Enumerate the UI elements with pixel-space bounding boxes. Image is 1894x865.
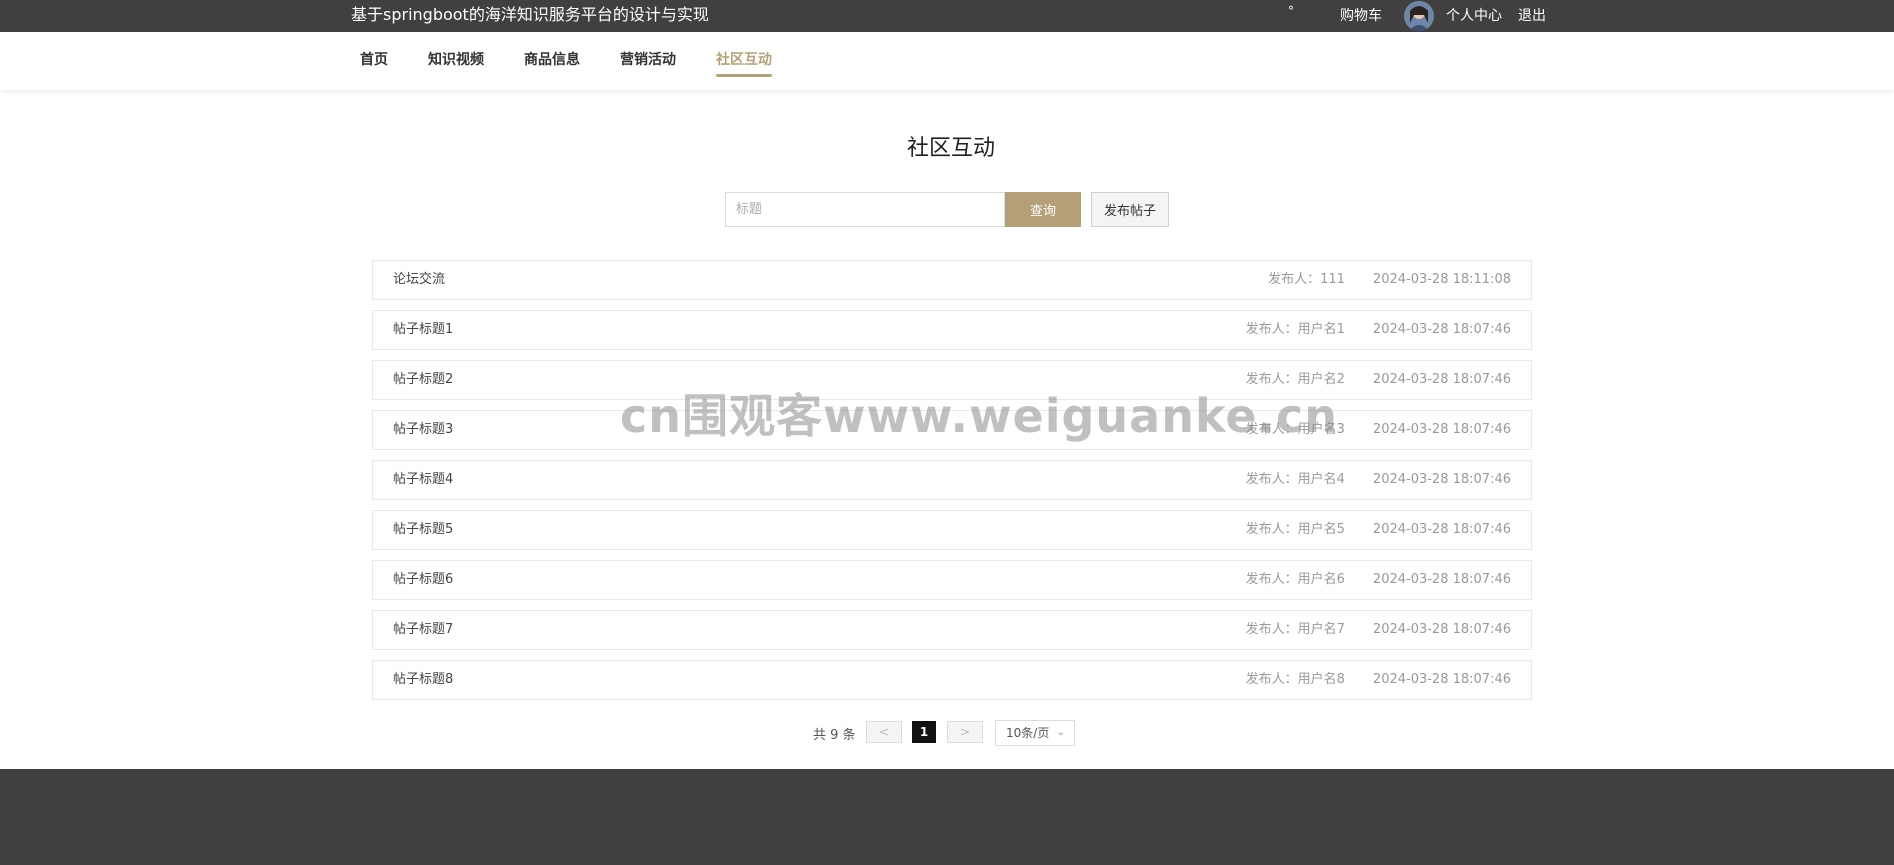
post-author: 发布人：用户名5 [1245,522,1345,537]
post-author: 发布人：用户名1 [1245,322,1345,337]
post-author: 发布人：用户名8 [1245,672,1345,687]
user-center-link[interactable]: 个人中心 [1446,7,1502,25]
list-item[interactable]: 帖子标题7 发布人：用户名7 2024-03-28 18:07:46 [372,610,1532,650]
query-button[interactable]: 查询 [1005,192,1081,227]
list-item[interactable]: 帖子标题1 发布人：用户名1 2024-03-28 18:07:46 [372,310,1532,350]
post-meta: 发布人：用户名2 2024-03-28 18:07:46 [1246,372,1511,388]
post-time: 2024-03-28 18:07:46 [1372,422,1511,437]
nav-item-community-label: 社区互动 [716,52,772,68]
post-time: 2024-03-28 18:07:46 [1372,522,1511,537]
top-bar: 基于springboot的海洋知识服务平台的设计与实现 ° 购物车 个人中心 退… [0,0,1894,32]
next-page-button[interactable]: > [947,721,983,743]
cart-link[interactable]: 购物车 [1340,7,1382,25]
post-meta: 发布人：111 2024-03-28 18:11:08 [1268,272,1511,288]
main-nav: 首页 知识视频 商品信息 营销活动 社区互动 [0,32,1894,90]
degree-mark: ° [1288,4,1294,18]
watermark: cn围观客www.weiguanke.cn [620,389,1339,443]
list-item[interactable]: 帖子标题6 发布人：用户名6 2024-03-28 18:07:46 [372,560,1532,600]
post-meta: 发布人：用户名1 2024-03-28 18:07:46 [1246,322,1511,338]
page-size-select[interactable]: 10条/页 ⌄ [995,720,1075,746]
nav-item-marketing[interactable]: 营销活动 [620,51,676,69]
post-title: 帖子标题6 [393,572,454,587]
post-meta: 发布人：用户名7 2024-03-28 18:07:46 [1246,622,1511,638]
nav-item-knowledge-video[interactable]: 知识视频 [428,51,484,69]
post-time: 2024-03-28 18:11:08 [1372,272,1511,287]
post-title: 帖子标题7 [393,622,454,637]
logout-link[interactable]: 退出 [1518,7,1546,25]
list-item[interactable]: 帖子标题4 发布人：用户名4 2024-03-28 18:07:46 [372,460,1532,500]
nav-item-home[interactable]: 首页 [360,51,388,69]
post-meta: 发布人：用户名4 2024-03-28 18:07:46 [1246,472,1511,488]
active-tab-underline [716,74,772,77]
post-time: 2024-03-28 18:07:46 [1372,622,1511,637]
post-meta: 发布人：用户名6 2024-03-28 18:07:46 [1246,572,1511,588]
list-item[interactable]: 帖子标题5 发布人：用户名5 2024-03-28 18:07:46 [372,510,1532,550]
post-title: 帖子标题5 [393,522,454,537]
footer [0,769,1894,865]
post-time: 2024-03-28 18:07:46 [1372,372,1511,387]
avatar[interactable] [1404,1,1434,31]
pagination: 共 9 条 < 1 > 10条/页 ⌄ [0,720,1894,746]
publish-post-button[interactable]: 发布帖子 [1091,192,1169,227]
post-meta: 发布人：用户名5 2024-03-28 18:07:46 [1246,522,1511,538]
pagination-total: 共 9 条 [813,728,856,743]
page-size-value: 10条/页 [1006,726,1050,740]
list-item[interactable]: 论坛交流 发布人：111 2024-03-28 18:11:08 [372,260,1532,300]
search-input[interactable] [725,192,1005,227]
post-time: 2024-03-28 18:07:46 [1372,472,1511,487]
list-item[interactable]: 帖子标题8 发布人：用户名8 2024-03-28 18:07:46 [372,660,1532,700]
post-meta: 发布人：用户名8 2024-03-28 18:07:46 [1246,672,1511,688]
post-list: 论坛交流 发布人：111 2024-03-28 18:11:08 帖子标题1 发布… [372,260,1532,710]
page-number-current[interactable]: 1 [912,721,936,743]
page-title: 社区互动 [906,136,995,161]
site-title: 基于springboot的海洋知识服务平台的设计与实现 [351,5,709,24]
chevron-down-icon: ⌄ [1056,727,1065,738]
post-author: 发布人：用户名7 [1245,622,1345,637]
post-title: 论坛交流 [393,272,446,287]
nav-item-products[interactable]: 商品信息 [524,51,580,69]
post-author: 发布人：用户名6 [1245,572,1345,587]
post-time: 2024-03-28 18:07:46 [1372,322,1511,337]
post-title: 帖子标题1 [393,322,454,337]
post-author: 发布人：111 [1268,272,1345,287]
prev-page-button[interactable]: < [866,721,902,743]
nav-item-community[interactable]: 社区互动 [716,51,772,77]
post-author: 发布人：用户名4 [1245,472,1345,487]
post-title: 帖子标题3 [393,422,454,437]
post-time: 2024-03-28 18:07:46 [1372,672,1511,687]
post-time: 2024-03-28 18:07:46 [1372,572,1511,587]
post-title: 帖子标题2 [393,372,454,387]
post-title: 帖子标题4 [393,472,454,487]
post-author: 发布人：用户名2 [1245,372,1345,387]
post-title: 帖子标题8 [393,672,454,687]
